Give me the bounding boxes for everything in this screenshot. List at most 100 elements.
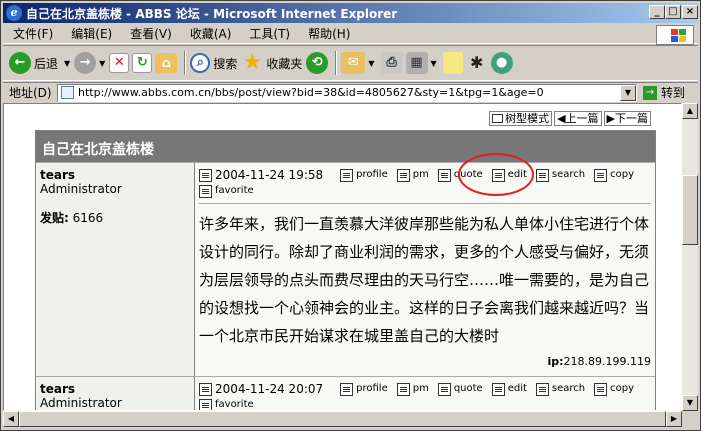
search-button[interactable]: ⌕ 搜索 — [190, 53, 237, 73]
tree-icon — [492, 114, 504, 123]
print-icon[interactable]: ⎙ — [380, 52, 403, 74]
mail-dropdown-icon[interactable]: ▼ — [368, 59, 374, 68]
mail-icon[interactable]: ✉ — [341, 52, 366, 74]
post-actions: 2004-11-24 19:58 profile pm quote edit s… — [199, 167, 651, 199]
search-icon: ⌕ — [190, 53, 211, 73]
title-bar: e 自己在北京盖栋楼 - ABBS 论坛 - Microsoft Interne… — [3, 3, 698, 23]
edit-icon — [491, 382, 505, 396]
favorite-link[interactable]: favorite — [199, 183, 254, 199]
post-date-text: 2004-11-24 19:58 — [215, 168, 324, 182]
author-name[interactable]: tears — [40, 168, 190, 182]
scroll-right-icon[interactable]: ▶ — [666, 411, 682, 427]
search-link-label: search — [551, 169, 586, 180]
home-icon[interactable]: ⌂ — [155, 53, 178, 73]
edit-link[interactable]: edit — [491, 381, 527, 397]
scrollbar-corner — [682, 411, 698, 427]
favorite-icon — [199, 398, 212, 410]
post-date: 2004-11-24 20:07 — [199, 381, 331, 397]
edit-label: edit — [507, 383, 527, 394]
refresh-icon[interactable]: ↻ — [132, 53, 153, 73]
menu-view[interactable]: 查看(V) — [121, 25, 181, 42]
horizontal-scroll-thumb[interactable] — [19, 411, 666, 427]
ie-logo-icon: e — [6, 5, 22, 21]
copy-icon — [594, 382, 608, 396]
profile-label: profile — [356, 383, 388, 394]
toolbar-separator — [335, 51, 338, 75]
forward-button[interactable]: → ▼ — [74, 52, 105, 74]
history-icon[interactable]: ⟲ — [306, 52, 329, 74]
msn-icon[interactable]: ● — [490, 52, 513, 74]
post-icon — [199, 168, 212, 182]
copy-link[interactable]: copy — [594, 381, 634, 397]
profile-icon — [340, 382, 354, 396]
post-count-label: 发贴: — [40, 211, 69, 225]
menu-edit[interactable]: 编辑(E) — [62, 25, 121, 42]
menu-help[interactable]: 帮助(H) — [299, 25, 359, 42]
scroll-up-icon[interactable]: ▲ — [682, 103, 698, 119]
back-button[interactable]: ← 后退 ▼ — [9, 52, 70, 74]
post-date: 2004-11-24 19:58 — [199, 167, 331, 183]
post-count-value: 6166 — [72, 211, 104, 225]
back-dropdown-icon[interactable]: ▼ — [64, 59, 70, 68]
author-role: Administrator — [40, 396, 122, 410]
quote-link[interactable]: quote — [437, 381, 483, 397]
standard-toolbar: ← 后退 ▼ → ▼ ✕ ↻ ⌂ ⌕ 搜索 ★ 收藏夹 ⟲ ✉ ▼ ⎙ ▦ ▼ … — [3, 45, 698, 81]
copy-label: copy — [610, 169, 635, 180]
search-link[interactable]: search — [535, 381, 585, 397]
next-post-label: 下一篇 — [615, 112, 648, 125]
notes-icon[interactable] — [442, 52, 463, 74]
edit-page-icon[interactable]: ▦ — [405, 52, 428, 74]
address-url: http://www.abbs.com.cn/bbs/post/view?bid… — [78, 86, 544, 99]
vertical-scroll-thumb[interactable] — [682, 175, 698, 245]
edit-dropdown-icon[interactable]: ▼ — [431, 59, 437, 68]
address-dropdown-icon[interactable]: ▼ — [620, 85, 636, 101]
scroll-left-icon[interactable]: ◀ — [3, 411, 19, 427]
author-name[interactable]: tears — [40, 382, 190, 396]
menu-favorites[interactable]: 收藏(A) — [181, 25, 241, 42]
pm-link[interactable]: pm — [396, 381, 429, 397]
horizontal-scrollbar[interactable]: ◀ ▶ — [3, 411, 682, 427]
search-link[interactable]: search — [535, 167, 586, 183]
go-button[interactable]: → 转到 — [643, 84, 685, 101]
favorites-button[interactable]: ★ 收藏夹 — [241, 52, 302, 74]
profile-label: profile — [356, 169, 388, 180]
favorite-label: favorite — [215, 185, 254, 196]
prev-post-button[interactable]: ◀ 上一篇 — [554, 111, 602, 126]
post-content: 许多年来，我们一直羡慕大洋彼岸那些能为私人单体小住宅进行个体设计的同行。除却了商… — [199, 203, 651, 350]
favorite-link[interactable]: favorite — [199, 397, 254, 410]
profile-icon — [340, 168, 354, 182]
prev-post-label: 上一篇 — [565, 112, 599, 125]
close-button[interactable]: × — [682, 5, 698, 19]
highlight-circle-annotation — [458, 153, 534, 196]
minimize-button[interactable]: _ — [649, 5, 665, 19]
forward-dropdown-icon[interactable]: ▼ — [99, 59, 105, 68]
pm-label: pm — [412, 383, 429, 394]
post-icon — [199, 382, 212, 396]
ip-label: ip: — [547, 355, 564, 368]
profile-link[interactable]: profile — [340, 381, 388, 397]
address-bar: 地址(D) http://www.abbs.com.cn/bbs/post/vi… — [3, 82, 698, 102]
tree-mode-button[interactable]: 树型模式 — [489, 111, 553, 126]
copy-icon — [594, 168, 608, 182]
copy-link[interactable]: copy — [594, 167, 634, 183]
pm-icon — [396, 168, 410, 182]
vertical-scrollbar[interactable]: ▲ ▼ — [682, 103, 698, 411]
pm-link[interactable]: pm — [396, 167, 429, 183]
maximize-button[interactable]: □ — [665, 5, 681, 19]
messenger-icon[interactable]: ✱ — [466, 52, 488, 74]
favorite-label: favorite — [215, 399, 254, 410]
profile-link[interactable]: profile — [340, 167, 388, 183]
scroll-down-icon[interactable]: ▼ — [682, 395, 698, 411]
thread-nav: 树型模式 ◀ 上一篇 ▶ 下一篇 — [487, 111, 651, 126]
address-input[interactable]: http://www.abbs.com.cn/bbs/post/view?bid… — [57, 84, 637, 102]
favorite-icon — [199, 184, 212, 198]
post-author-panel: tears Administrator — [36, 377, 195, 410]
tree-mode-label: 树型模式 — [505, 112, 550, 125]
menu-tools[interactable]: 工具(T) — [240, 25, 299, 42]
copy-label: copy — [610, 383, 635, 394]
post-body: 2004-11-24 20:07 profile pm quote edit s… — [195, 377, 655, 410]
author-post-count: 发贴: 6166 — [40, 209, 190, 226]
next-post-button[interactable]: ▶ 下一篇 — [603, 111, 651, 126]
menu-file[interactable]: 文件(F) — [3, 25, 62, 42]
stop-icon[interactable]: ✕ — [109, 53, 130, 73]
